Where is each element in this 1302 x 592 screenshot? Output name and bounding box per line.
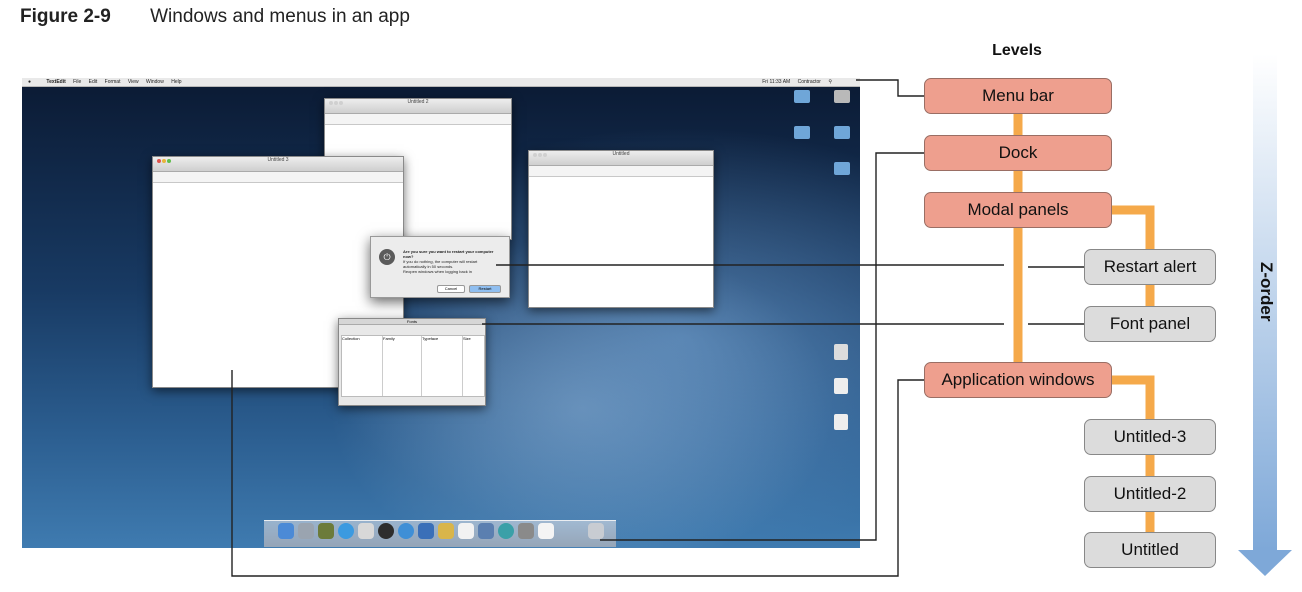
level-dock: Dock [924, 135, 1112, 171]
level-untitled-3: Untitled-3 [1084, 419, 1216, 455]
z-order-label: Z-order [1257, 262, 1276, 322]
level-untitled-2: Untitled-2 [1084, 476, 1216, 512]
level-modal-panels: Modal panels [924, 192, 1112, 228]
level-application-windows: Application windows [924, 362, 1112, 398]
level-menu-bar: Menu bar [924, 78, 1112, 114]
level-restart-alert: Restart alert [1084, 249, 1216, 285]
level-font-panel: Font panel [1084, 306, 1216, 342]
level-untitled: Untitled [1084, 532, 1216, 568]
